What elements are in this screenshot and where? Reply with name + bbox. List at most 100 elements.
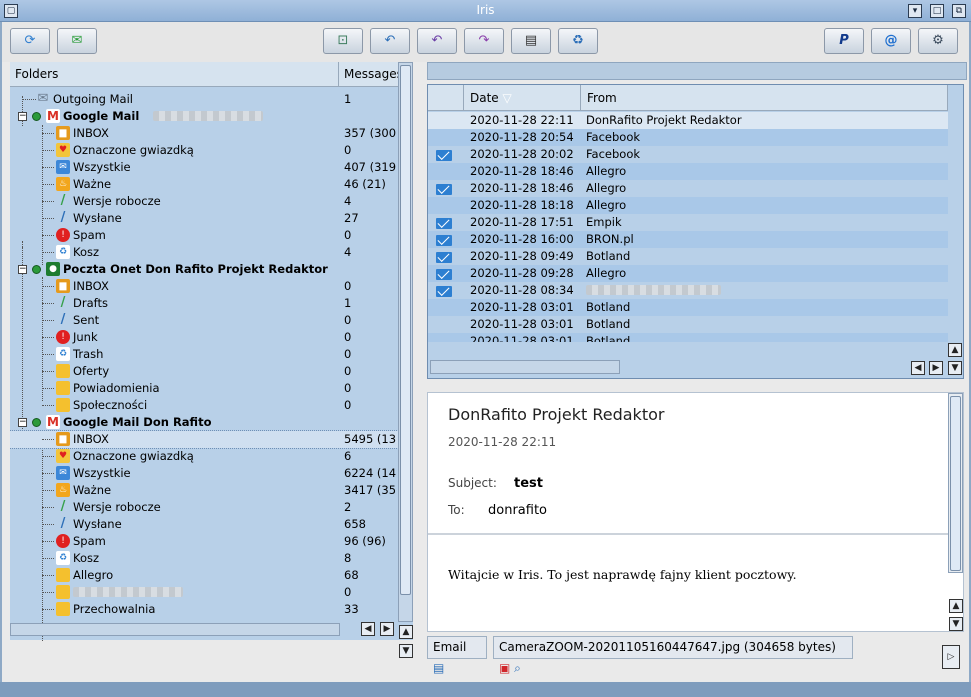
forward-button[interactable]: ↷ (464, 28, 504, 54)
message-row[interactable]: 2020-11-28 09:28 Allegro (428, 265, 948, 282)
attachment-item[interactable]: CameraZOOM-20201105160447647.jpg (304658… (493, 636, 853, 675)
refresh-button[interactable]: ⟳ (10, 28, 50, 54)
message-row[interactable]: 2020-11-28 22:11 DonRafito Projekt Redakt… (428, 112, 948, 130)
account-row[interactable]: − ● Poczta Onet Don Rafito Projekt Redakto… (10, 261, 400, 278)
messages-scroll-up[interactable]: ▲ (948, 343, 962, 357)
message-row[interactable]: 2020-11-28 08:34 (428, 282, 948, 299)
collapse-toggle[interactable]: − (18, 112, 27, 121)
message-row[interactable]: 2020-11-28 03:01 Botland (428, 316, 948, 333)
message-row[interactable]: 2020-11-28 17:51 Empik (428, 214, 948, 231)
folder-row[interactable]: / Sent 0 (10, 312, 400, 329)
search-bar[interactable] (427, 62, 967, 80)
folder-row[interactable]: ♻ Trash 0 (10, 346, 400, 363)
date-column-header[interactable]: Date ▽ (464, 85, 581, 111)
message-row[interactable]: 2020-11-28 18:46 Allegro (428, 180, 948, 197)
expand-panel-button[interactable]: ▷ (942, 645, 960, 669)
preview-scroll-thumb[interactable] (950, 396, 961, 571)
folder-icon (56, 585, 70, 599)
preview-scroll-down[interactable]: ▼ (949, 617, 963, 631)
folder-row[interactable]: ♻ Kosz 8 (10, 550, 400, 567)
from-column-header[interactable]: From (581, 85, 948, 111)
folder-row[interactable]: 0 (10, 584, 400, 601)
messages-scroll-left[interactable]: ◀ (911, 361, 925, 375)
messages-scroll-down[interactable]: ▼ (948, 361, 962, 375)
folder-name: Oznaczone gwiazdką (73, 449, 194, 463)
message-row[interactable]: 2020-11-28 03:01 Botland (428, 299, 948, 316)
preview-scroll-up[interactable]: ▲ (949, 599, 963, 613)
tree-connector (42, 150, 54, 151)
message-from: Allegro (586, 266, 627, 280)
message-date: 2020-11-28 18:46 (470, 164, 574, 178)
folders-column-header[interactable]: Folders (10, 62, 339, 87)
email-source-button[interactable]: Email ▤ (427, 636, 487, 675)
message-row[interactable]: 2020-11-28 03:01 Botland (428, 333, 948, 342)
folder-row[interactable]: / Wersje robocze 2 (10, 499, 400, 516)
folders-scroll-up[interactable]: ▲ (399, 625, 413, 639)
folders-scroll-right[interactable]: ▶ (380, 622, 394, 636)
folders-horizontal-scrollbar[interactable] (10, 623, 340, 636)
message-row[interactable]: 2020-11-28 09:49 Botland (428, 248, 948, 265)
folders-scroll-thumb[interactable] (400, 65, 411, 595)
settings-button[interactable]: ⚙ (918, 28, 958, 54)
message-row[interactable]: 2020-11-28 16:00 BRON.pl (428, 231, 948, 248)
collapse-toggle[interactable]: − (18, 265, 27, 274)
print-button[interactable]: ▤ (511, 28, 551, 54)
message-row[interactable]: 2020-11-28 20:54 Facebook (428, 129, 948, 146)
tree-connector (42, 235, 54, 236)
folder-row[interactable]: Oferty 0 (10, 363, 400, 380)
account-row[interactable]: − M Google Mail (10, 108, 400, 125)
messages-scroll-right[interactable]: ▶ (929, 361, 943, 375)
message-from: Allegro (586, 198, 627, 212)
close-button[interactable]: ⧉ (952, 4, 966, 18)
preview-vertical-scrollbar[interactable] (948, 393, 963, 573)
sent-icon: / (60, 516, 66, 531)
messages-column-header[interactable]: Messages (339, 62, 400, 87)
maximize-button[interactable]: □ (930, 4, 944, 18)
message-row[interactable]: 2020-11-28 18:46 Allegro (428, 163, 948, 180)
folder-row[interactable]: / Drafts 1 (10, 295, 400, 312)
folder-row[interactable]: Przechowalnia 33 (10, 601, 400, 618)
folder-row[interactable]: ! Junk 0 (10, 329, 400, 346)
folder-row[interactable]: ♻ Kosz 4 (10, 244, 400, 261)
folder-row[interactable]: ▆ INBOX 5495 (13 (10, 430, 400, 449)
folder-row[interactable]: ▆ INBOX 0 (10, 278, 400, 295)
account-row[interactable]: − M Google Mail Don Rafito (10, 414, 400, 431)
new-mail-button[interactable]: ✉ (57, 28, 97, 54)
check-mail-button[interactable]: ⊡ (323, 28, 363, 54)
folder-row[interactable]: ♨ Ważne 3417 (35 (10, 482, 400, 499)
save-attachment-icon[interactable]: ▣ (499, 661, 510, 675)
reply-button[interactable]: ↶ (370, 28, 410, 54)
message-row[interactable]: 2020-11-28 20:02 Facebook (428, 146, 948, 163)
inbox-check-icon: ⊡ (337, 33, 349, 48)
account-row[interactable]: ✉ Outgoing Mail 1 (10, 91, 400, 108)
minimize-button[interactable]: ▾ (908, 4, 922, 18)
accounts-button[interactable]: @ (871, 28, 911, 54)
folder-row[interactable]: Allegro 68 (10, 567, 400, 584)
folder-row[interactable]: ! Spam 96 (96) (10, 533, 400, 550)
paypal-button[interactable]: P (824, 28, 864, 54)
folder-row[interactable]: Społeczności 0 (10, 397, 400, 414)
folder-row[interactable]: ✉ Wszystkie 407 (319 (10, 159, 400, 176)
folder-row[interactable]: ✉ Wszystkie 6224 (14 (10, 465, 400, 482)
folder-row[interactable]: ♨ Ważne 46 (21) (10, 176, 400, 193)
window-menu-button[interactable]: ▢ (4, 4, 18, 18)
collapse-toggle[interactable]: − (18, 418, 27, 427)
folder-row[interactable]: ♥ Oznaczone gwiazdką 6 (10, 448, 400, 465)
folder-row[interactable]: / Wysłane 27 (10, 210, 400, 227)
folder-row[interactable]: Powiadomienia 0 (10, 380, 400, 397)
folder-row[interactable]: ♥ Oznaczone gwiazdką 0 (10, 142, 400, 159)
folder-row[interactable]: / Wersje robocze 4 (10, 193, 400, 210)
reply-all-button[interactable]: ↶ (417, 28, 457, 54)
folder-row[interactable]: ! Spam 0 (10, 227, 400, 244)
folders-scroll-left[interactable]: ◀ (361, 622, 375, 636)
status-column-header[interactable] (428, 85, 464, 111)
messages-horizontal-scrollbar[interactable] (430, 360, 620, 374)
folders-vertical-scrollbar[interactable] (398, 62, 413, 622)
to-value[interactable]: donrafito (488, 503, 547, 518)
folder-row[interactable]: / Wysłane 658 (10, 516, 400, 533)
message-row[interactable]: 2020-11-28 18:18 Allegro (428, 197, 948, 214)
view-attachment-icon[interactable]: ⌕ (514, 661, 521, 675)
folders-scroll-down[interactable]: ▼ (399, 644, 413, 658)
delete-button[interactable]: ♻ (558, 28, 598, 54)
folder-row[interactable]: ▆ INBOX 357 (300 (10, 125, 400, 142)
